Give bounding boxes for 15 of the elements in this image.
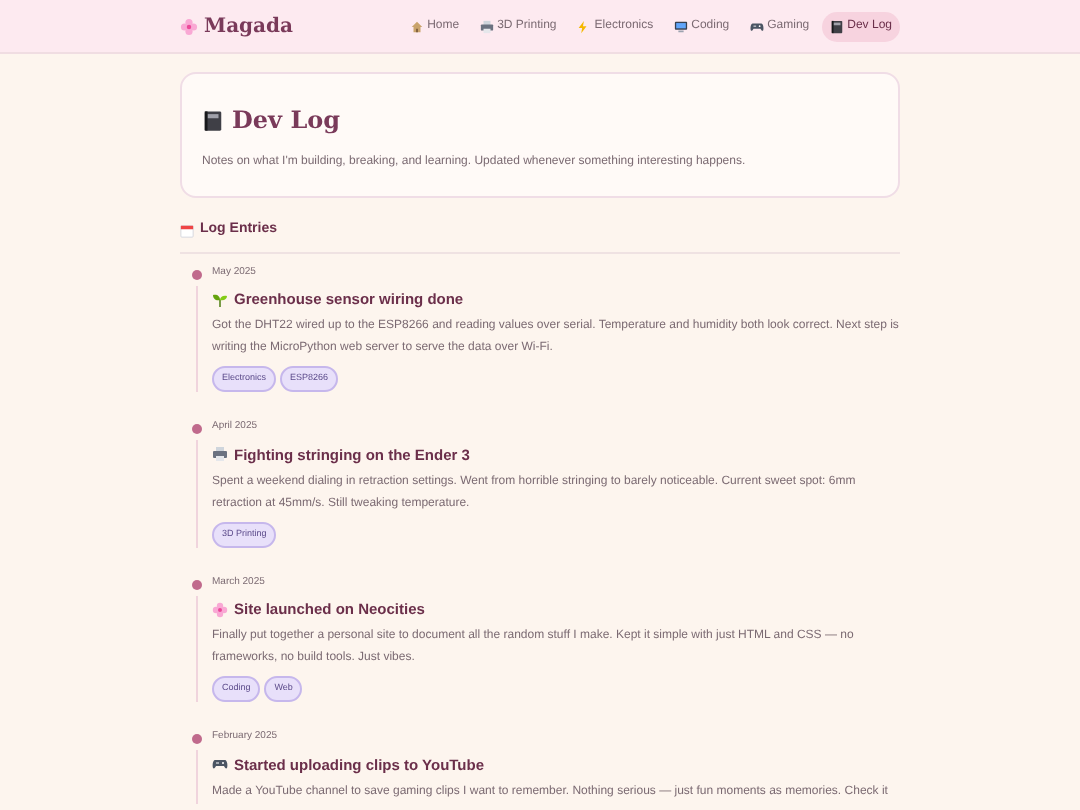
monitor-icon — [673, 19, 688, 33]
gamepad-icon — [749, 19, 764, 33]
calendar-icon — [180, 223, 194, 238]
printer-icon — [479, 19, 494, 33]
page-title: Dev Log — [232, 104, 341, 138]
printer-icon — [212, 446, 228, 463]
notebook-icon — [829, 19, 844, 33]
flower-icon — [180, 17, 198, 35]
sprout-icon — [212, 291, 228, 308]
gamepad-icon — [212, 756, 228, 773]
lightning-icon — [576, 19, 591, 33]
house-icon — [409, 19, 424, 33]
flower-icon — [212, 601, 228, 618]
notebook-icon — [202, 109, 224, 131]
site-name[interactable]: Magada — [204, 11, 293, 41]
